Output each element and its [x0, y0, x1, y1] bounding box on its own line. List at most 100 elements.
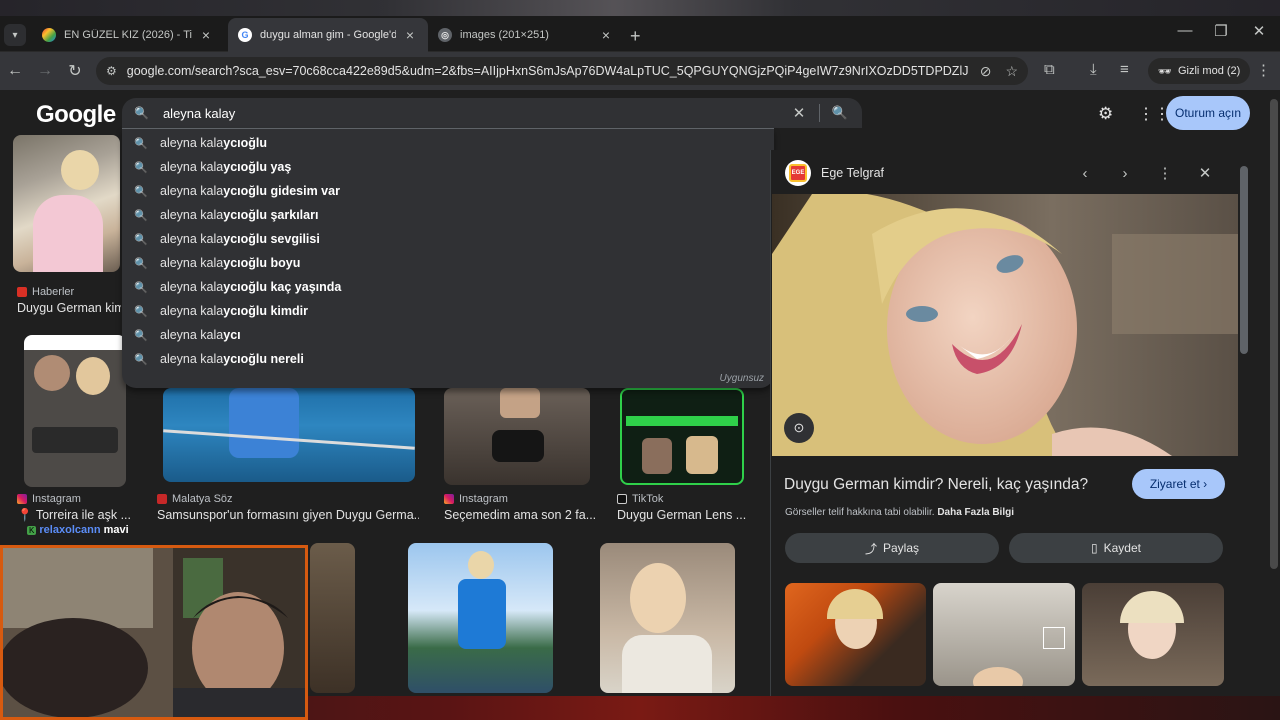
panel-title[interactable]: Duygu German kimdir? Nereli, kaç yaşında… [784, 476, 1088, 494]
kick-icon: K [27, 526, 37, 535]
ege-telgraf-logo: EGE [785, 160, 811, 186]
chat-message: mavi [103, 524, 129, 536]
settings-gear-icon[interactable]: ⚙ [1098, 104, 1113, 124]
result-title-5[interactable]: Duygu German Lens ... [617, 508, 747, 522]
suggestion-item[interactable]: 🔍 aleyna kala ycıoğlu yaş [122, 155, 774, 179]
webcam-graphic [3, 548, 305, 717]
pin-icon: 📍 [17, 508, 33, 522]
more-options-icon[interactable]: ⋮ [1145, 164, 1185, 182]
suggestion-item[interactable]: 🔍 aleyna kala ycıoğlu [122, 131, 774, 155]
haberler-icon [17, 287, 27, 297]
panel-source-name[interactable]: Ege Telgraf [821, 166, 1065, 180]
lens-search-icon[interactable]: ⊙ [784, 413, 814, 443]
result-image-8[interactable] [600, 543, 735, 693]
result-title-3[interactable]: Samsunspor'un formasını giyen Duygu Germ… [157, 508, 419, 522]
close-panel-icon[interactable]: ✕ [1185, 164, 1225, 182]
search-input[interactable]: aleyna kalay [163, 106, 789, 121]
related-image-1[interactable] [785, 583, 926, 686]
result-title-2[interactable]: 📍 Torreira ile aşk ... [17, 508, 135, 523]
copyright-notice: Görseller telif hakkına tabi olabilir. D… [785, 507, 1014, 518]
close-tab-icon[interactable]: × [598, 27, 614, 43]
sign-in-button[interactable]: Oturum açın [1166, 96, 1250, 130]
suggestion-item[interactable]: 🔍 aleyna kala ycıoğlu boyu [122, 251, 774, 275]
suggestion-item[interactable]: 🔍 aleyna kala ycıoğlu gidesim var [122, 179, 774, 203]
result-title-1[interactable]: Duygu German kim [17, 301, 121, 315]
tab-title: images (201×251) [460, 29, 549, 41]
search-icon: 🔍 [134, 106, 149, 120]
search-submit-icon[interactable]: 🔍 [830, 105, 850, 121]
save-button[interactable]: ▯ Kaydet [1009, 533, 1223, 563]
suggestion-item[interactable]: 🔍 aleyna kala ycıoğlu nereli [122, 347, 774, 371]
visit-button[interactable]: Ziyaret et › [1132, 469, 1225, 499]
result-source-4: Instagram [444, 493, 508, 505]
clear-icon[interactable]: ✕ [789, 104, 809, 122]
menu-icon[interactable]: ⋮ [1256, 61, 1271, 79]
preview-image-graphic [772, 194, 1238, 456]
search-box[interactable]: 🔍 aleyna kalay ✕ 🔍 [122, 98, 862, 128]
result-image-2[interactable] [24, 335, 126, 487]
result-image-4[interactable] [444, 388, 590, 485]
address-bar[interactable]: ⚙ google.com/search?sca_esv=70c68cca422e… [96, 57, 1028, 85]
google-logo[interactable]: Google [36, 101, 116, 129]
close-tab-icon[interactable]: × [198, 27, 214, 43]
page-scrollbar-thumb[interactable] [1270, 99, 1278, 569]
bookmark-icon: ▯ [1091, 541, 1098, 555]
incognito-label: Gizli mod (2) [1177, 65, 1241, 77]
panel-scrollbar[interactable] [1240, 166, 1248, 686]
back-icon[interactable]: ← [4, 60, 26, 82]
search-icon: 🔍 [134, 281, 148, 294]
chevron-right-icon: › [1203, 477, 1208, 491]
incognito-badge[interactable]: 🕶 Gizli mod (2) [1148, 58, 1251, 84]
panel-scrollbar-thumb[interactable] [1240, 166, 1248, 354]
preview-image[interactable] [772, 194, 1238, 456]
result-image-6[interactable] [310, 543, 355, 693]
next-icon[interactable]: › [1105, 165, 1145, 182]
download-icon[interactable]: ⤓ [1090, 61, 1097, 78]
search-icon: 🔍 [134, 233, 148, 246]
site-info-icon[interactable]: ⚙ [106, 64, 117, 78]
suggestion-item[interactable]: 🔍 aleyna kala ycıoğlu şarkıları [122, 203, 774, 227]
chat-overlay: K relaxolcann mavi [27, 524, 129, 536]
result-image-5[interactable] [620, 388, 744, 485]
tab-images[interactable]: ◎ images (201×251) × [428, 18, 624, 52]
suggestion-item[interactable]: 🔍 aleyna kala ycıoğlu kimdir [122, 299, 774, 323]
tab-google-search[interactable]: G duygu alman gim - Google'da Ara × [228, 18, 428, 52]
related-image-2[interactable] [933, 583, 1075, 686]
page-scrollbar[interactable] [1268, 91, 1280, 696]
bookmark-star-icon[interactable]: ☆ [1005, 63, 1018, 80]
result-image-1[interactable] [13, 135, 120, 272]
forward-icon[interactable]: → [34, 60, 56, 82]
tab-tier-list[interactable]: EN GÜZEL KIZ (2026) - Tier List × [32, 18, 224, 52]
tab-search-button[interactable]: ▾ [4, 24, 26, 46]
close-window-icon[interactable]: ✕ [1246, 22, 1272, 40]
eye-off-icon[interactable]: ⊘ [980, 63, 992, 80]
extensions-icon[interactable]: ⧉ [1044, 61, 1055, 78]
minimize-icon[interactable]: — [1172, 22, 1198, 39]
result-image-7[interactable] [408, 543, 553, 693]
close-tab-icon[interactable]: × [402, 27, 418, 43]
suggestion-item[interactable]: 🔍 aleyna kala ycıoğlu sevgilisi [122, 227, 774, 251]
malatya-soz-icon [157, 494, 167, 504]
new-tab-icon[interactable]: + [630, 26, 641, 47]
reload-icon[interactable]: ↻ [64, 60, 86, 82]
search-icon: 🔍 [134, 209, 148, 222]
chevron-down-icon: ▾ [12, 29, 18, 41]
report-link[interactable]: Uygunsuz [720, 373, 764, 384]
result-title-4[interactable]: Seçemedim ama son 2 fa... [444, 508, 596, 522]
suggestion-item[interactable]: 🔍 aleyna kala ycı [122, 323, 774, 347]
google-icon: G [238, 28, 252, 42]
result-source-3: Malatya Söz [157, 493, 233, 505]
tab-title: duygu alman gim - Google'da Ara [260, 29, 396, 41]
media-control-icon[interactable]: ≡ [1120, 61, 1129, 78]
previous-icon[interactable]: ‹ [1065, 165, 1105, 182]
globe-icon: ◎ [438, 28, 452, 42]
restore-icon[interactable]: ❐ [1208, 22, 1234, 40]
learn-more-link[interactable]: Daha Fazla Bilgi [937, 507, 1014, 518]
suggestion-item[interactable]: 🔍 aleyna kala ycıoğlu kaç yaşında [122, 275, 774, 299]
related-image-3[interactable] [1082, 583, 1224, 686]
result-image-3[interactable] [163, 388, 415, 482]
share-button[interactable]: ⤴ Paylaş [785, 533, 999, 563]
share-icon: ⤴ [864, 541, 877, 556]
autocomplete-dropdown: 🔍 aleyna kala ycıoğlu 🔍 aleyna kala ycıoğlu … [122, 128, 774, 388]
divider [819, 104, 820, 122]
